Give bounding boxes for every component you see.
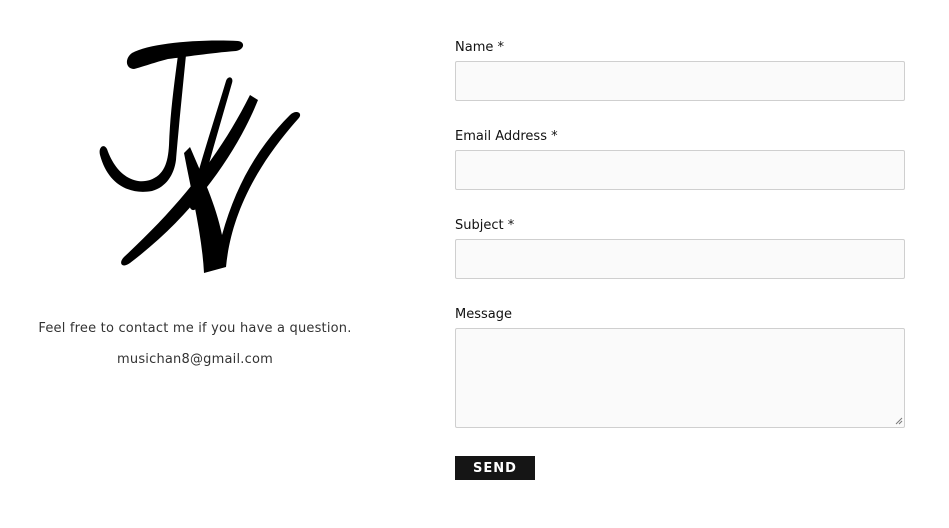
subject-label: Subject * [455,218,515,233]
message-textarea[interactable] [455,328,905,428]
subject-input[interactable] [455,239,905,279]
send-button[interactable]: SEND [455,456,535,480]
name-label: Name * [455,40,504,55]
email-input[interactable] [455,150,905,190]
contact-info-panel: Feel free to contact me if you have a qu… [0,0,390,528]
resize-grip-icon[interactable] [895,417,903,425]
name-input[interactable] [455,61,905,101]
contact-message: Feel free to contact me if you have a qu… [38,321,352,336]
contact-email: musichan8@gmail.com [117,352,273,367]
email-label: Email Address * [455,129,558,144]
contact-page: Feel free to contact me if you have a qu… [0,0,949,528]
message-label: Message [455,307,512,322]
jw-signature-logo-icon [99,40,301,274]
